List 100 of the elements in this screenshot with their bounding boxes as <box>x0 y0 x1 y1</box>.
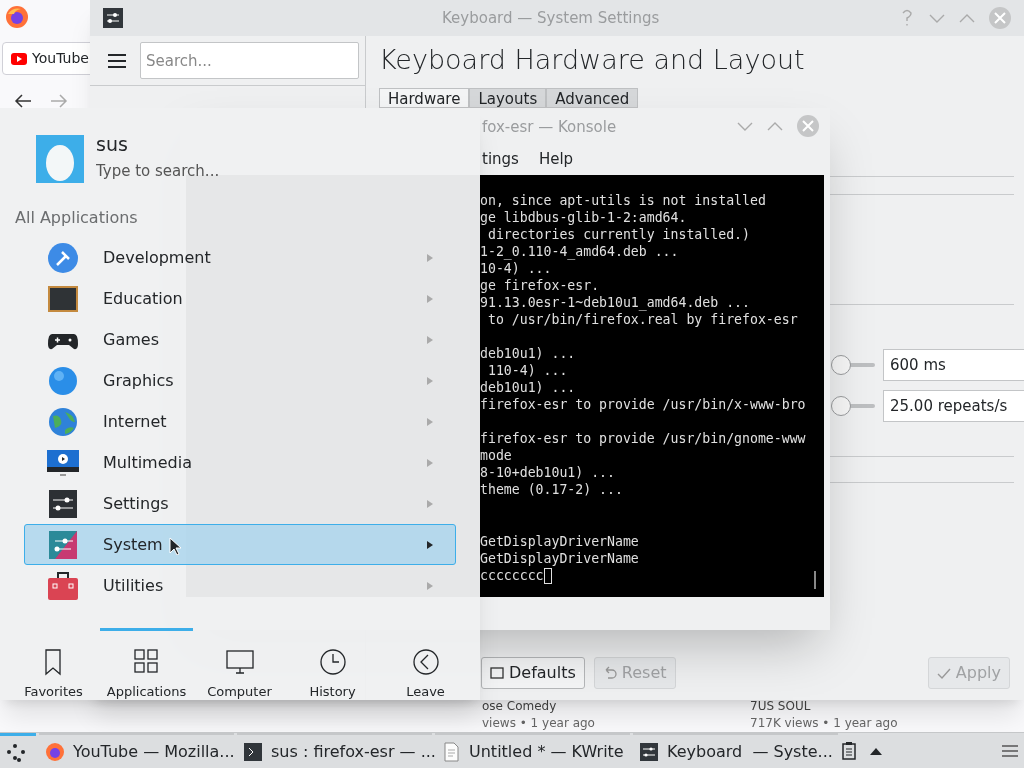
scrollbar[interactable] <box>814 571 816 589</box>
terminal-line: ge libdbus-glib-1-2:amd64. <box>480 209 687 226</box>
close-icon[interactable] <box>988 6 1012 30</box>
slider-thumb[interactable] <box>831 396 851 416</box>
utilities-icon <box>47 569 79 602</box>
forward-arrow-icon[interactable] <box>50 93 68 109</box>
chevron-right-icon <box>427 458 433 467</box>
terminal-line: directories currently installed.) <box>486 226 750 243</box>
terminal-line: mode <box>480 447 512 464</box>
page-heading: Keyboard Hardware and Layout <box>379 43 806 77</box>
category-item[interactable]: System <box>24 524 456 565</box>
settings-app-icon <box>103 8 123 28</box>
video-title: ose Comedy <box>482 698 558 715</box>
terminal-line: on, since apt-utils is not installed <box>480 192 766 209</box>
task-button[interactable]: YouTube — Mozilla... <box>39 732 234 768</box>
category-item[interactable]: Internet <box>24 401 456 442</box>
back-arrow-icon[interactable] <box>14 93 32 109</box>
maximize-icon[interactable] <box>766 120 784 132</box>
leave-icon <box>411 648 440 676</box>
internet-icon <box>47 405 79 438</box>
category-item[interactable]: Settings <box>24 483 456 524</box>
menu-icon[interactable] <box>108 53 126 68</box>
terminal-line: firefox-esr to provide /usr/bin/x-www-bro <box>480 396 806 413</box>
category-item[interactable]: Multimedia <box>24 442 456 483</box>
terminal-line: 10-4) ... <box>480 260 552 277</box>
system-icon <box>47 528 79 561</box>
applications-icon <box>132 648 161 676</box>
tab[interactable]: Hardware <box>379 88 470 108</box>
value-field[interactable]: 600 ms <box>883 349 1024 381</box>
window-title: Keyboard — System Settings <box>442 7 660 29</box>
slider[interactable] <box>831 396 875 416</box>
video-meta: 717K views • 1 year ago <box>750 715 898 732</box>
task-button[interactable]: Untitled * — KWrite <box>435 732 630 768</box>
window-icon <box>490 666 504 680</box>
value-field[interactable]: 25.00 repeats/s <box>883 390 1024 422</box>
search-field[interactable]: Search... <box>140 42 359 79</box>
video-meta: views • 1 year ago <box>482 715 595 732</box>
editor-icon <box>441 741 461 762</box>
firefox-icon <box>5 5 29 29</box>
check-icon <box>936 666 951 680</box>
section-heading: All Applications <box>14 207 139 229</box>
chevron-right-icon <box>427 253 433 262</box>
launcher-tab[interactable]: Leave <box>379 628 472 700</box>
terminal-line: to /usr/bin/firefox.real by firefox-esr <box>486 311 798 328</box>
launcher-tab[interactable]: History <box>286 628 379 700</box>
task-button[interactable]: Keyboard — Syste... <box>633 732 838 768</box>
tab[interactable]: Advanced <box>546 88 639 108</box>
category-item[interactable]: Utilities <box>24 565 456 606</box>
menu-item[interactable]: tings <box>482 148 519 171</box>
terminal-line: 8-10+deb10u1) ... <box>480 464 615 481</box>
terminal-line: deb10u1) ... <box>480 345 576 362</box>
chevron-right-icon <box>427 581 433 590</box>
history-icon <box>318 648 347 676</box>
avatar <box>36 135 84 183</box>
tab[interactable]: Layouts <box>469 88 547 108</box>
slider-thumb[interactable] <box>831 355 851 375</box>
development-icon <box>47 241 79 274</box>
terminal-line: GetDisplayDriverName <box>480 550 639 567</box>
expand-up-icon[interactable] <box>870 746 882 755</box>
launcher-tab[interactable]: Computer <box>193 628 286 700</box>
launcher-tab[interactable]: Favorites <box>7 628 100 700</box>
category-item[interactable]: Education <box>24 278 456 319</box>
clipboard-icon[interactable] <box>842 741 856 760</box>
chevron-right-icon <box>427 540 433 549</box>
window-title: fox-esr — Konsole <box>482 117 617 138</box>
chevron-right-icon <box>427 294 433 303</box>
terminal-line: theme (0.17-2) ... <box>480 481 623 498</box>
terminal-line: GetDisplayDriverName <box>480 533 639 550</box>
menu-item[interactable]: Help <box>538 148 574 171</box>
close-icon[interactable] <box>796 114 820 138</box>
category-item[interactable]: Development <box>24 237 456 278</box>
terminal-line: 1-2_0.110-4_amd64.deb ... <box>480 243 679 260</box>
browser-icon <box>45 741 65 762</box>
category-item[interactable]: Graphics <box>24 360 456 401</box>
maximize-icon[interactable] <box>958 12 976 24</box>
chevron-right-icon <box>427 417 433 426</box>
graphics-icon <box>47 364 79 397</box>
chevron-right-icon <box>427 335 433 344</box>
launcher-tab[interactable]: Applications <box>100 628 193 700</box>
terminal-line: 110-4) ... <box>486 362 568 379</box>
terminal-line: 91.13.0esr-1~deb10u1_amd64.deb ... <box>480 294 750 311</box>
video-title: 7US SOUL <box>750 698 812 715</box>
terminal-line: firefox-esr to provide /usr/bin/gnome-www <box>480 430 806 447</box>
text-cursor <box>543 567 552 584</box>
computer-icon <box>225 648 254 676</box>
terminal-line: deb10u1) ... <box>480 379 576 396</box>
terminal-icon <box>243 741 263 762</box>
play-icon <box>11 52 27 65</box>
defaults-button[interactable]: Defaults <box>481 657 585 689</box>
category-item[interactable]: Games <box>24 319 456 360</box>
settings-icon <box>47 487 79 520</box>
mouse-pointer-icon <box>169 537 181 555</box>
search-field[interactable]: Type to search... <box>96 159 396 183</box>
minimize-icon[interactable] <box>928 12 946 24</box>
terminal-line: ge firefox-esr. <box>480 277 600 294</box>
slider[interactable] <box>831 355 875 375</box>
chevron-right-icon <box>427 499 433 508</box>
task-button[interactable]: sus : firefox-esr — ... <box>237 732 432 768</box>
chevron-right-icon <box>427 376 433 385</box>
minimize-icon[interactable] <box>736 120 754 132</box>
